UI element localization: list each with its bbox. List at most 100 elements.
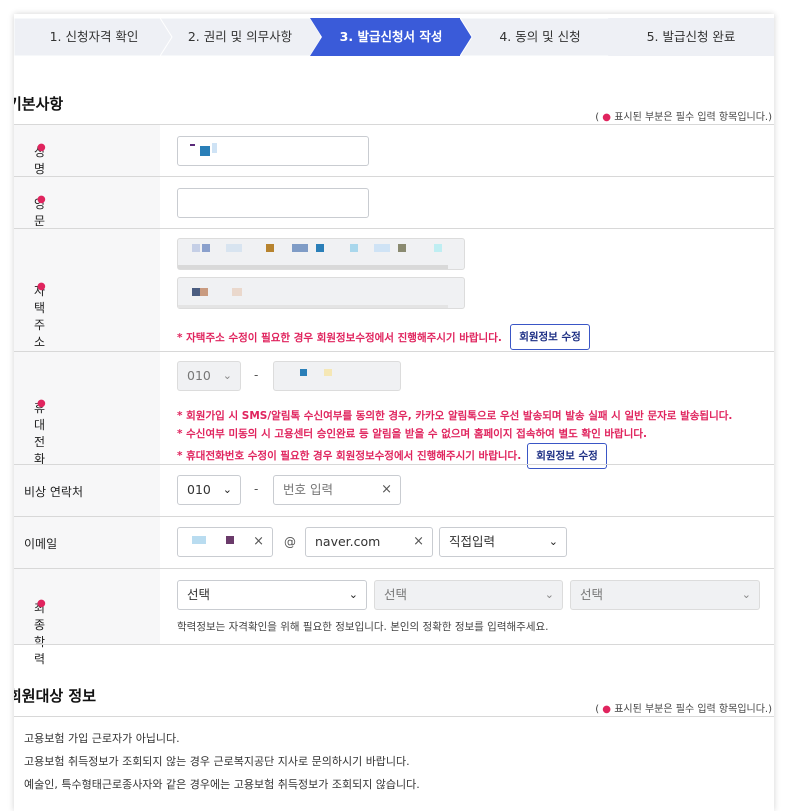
masked-text-icon [324,369,332,376]
step-2: 2. 권리 및 의무사항 [160,18,320,56]
chevron-down-icon: ⌄ [222,483,232,496]
emergency-prefix-select[interactable]: 010 ⌄ [177,475,241,505]
step-5: 5. 발급신청 완료 [608,18,774,56]
clear-icon[interactable]: × [253,528,264,556]
masked-text-icon [200,146,210,156]
education-school-select[interactable]: 선택 ⌄ [374,580,563,610]
education-level-value: 선택 [187,587,211,602]
step-3: 3. 발급신청서 작성 [310,18,472,56]
step-3-label: 3. 발급신청서 작성 [339,29,443,44]
required-dot-icon: ● [602,704,612,715]
label-cell: 이메일 [14,517,160,569]
email-domain-select-value: 직접입력 [449,534,496,549]
mobile-notice-1: * 회원가입 시 SMS/알림톡 수신여부를 동의한 경우, 카카오 알림톡으로… [177,410,733,422]
label-cell: 영문성명● [14,177,160,262]
education-status-select[interactable]: 선택 ⌄ [570,580,760,610]
address-line2-input[interactable] [177,277,465,309]
emergency-prefix-value: 010 [187,482,211,497]
row-email: 이메일 × @ naver.com × 직접입력 ⌄ [14,516,774,569]
required-note-text: 표시된 부분은 필수 입력 항목입니다.) [614,112,772,123]
email-at-sign: @ [284,535,296,549]
required-star-icon: ● [37,281,46,292]
email-label: 이메일 [24,537,58,551]
address-line1-input[interactable] [177,238,465,270]
masked-text-icon [192,536,206,544]
step-1-label: 1. 신청자격 확인 [49,29,139,44]
mobile-prefix-value: 010 [187,368,211,383]
required-star-icon: ● [37,194,46,205]
emergency-label: 비상 연락처 [24,485,84,499]
education-level-select[interactable]: 선택 ⌄ [177,580,367,610]
member-info-line-1: 고용보험 가입 근로자가 아닙니다. [24,732,180,745]
label-cell: 자택 주소 ● [14,229,160,352]
masked-text-icon [202,244,210,252]
step-1: 1. 신청자격 확인 [14,18,174,56]
emergency-placeholder: 번호 입력 [283,482,333,497]
row-address: 자택 주소 ● * 자택주소 수정이 필요한 경우 회원정보수정에서 진행해주시기… [14,228,774,352]
masked-text-icon [266,244,274,252]
chevron-down-icon: ⌄ [222,369,232,382]
address-label: 자택 주소 [34,284,46,349]
member-info-line-2: 고용보험 취득정보가 조회되지 않는 경우 근로복지공단 지사로 문의하시기 바… [24,755,410,768]
required-star-icon: ● [37,398,46,409]
chevron-down-icon: ⌄ [741,588,751,601]
required-note-paren: ( [595,112,600,123]
address-notice: * 자택주소 수정이 필요한 경우 회원정보수정에서 진행해주시기 바랍니다. [177,332,502,344]
email-domain-input[interactable]: naver.com × [305,527,433,557]
label-cell: 성명 ● [14,125,160,177]
masked-text-icon [226,536,234,544]
mobile-prefix-select[interactable]: 010 ⌄ [177,361,241,391]
address-edit-member-button[interactable]: 회원정보 수정 [510,324,590,350]
required-note: ( ● 표시된 부분은 필수 입력 항목입니다.) [595,700,772,715]
step-5-label: 5. 발급신청 완료 [646,29,736,44]
basic-section-title: 기본사항 [14,95,64,113]
chevron-down-icon: ⌄ [348,588,358,601]
label-cell: 최종학력 ● [14,569,160,666]
chevron-down-icon: ⌄ [548,535,558,548]
masked-text-icon [398,244,406,252]
row-mobile: 휴대전화 ● 010 ⌄ - * 회원가입 시 SMS/알림톡 수신여부를 동의한… [14,351,774,469]
email-id-input[interactable]: × [177,527,273,557]
education-school-value: 선택 [384,587,408,602]
member-section-title: 회원대상 정보 [14,687,97,705]
masked-text-icon [212,143,217,153]
masked-text-icon [178,305,448,308]
step-4-label: 4. 동의 및 신청 [499,29,581,44]
masked-text-icon [200,288,208,296]
row-english-name: 영문성명● [14,176,774,262]
clear-icon[interactable]: × [381,476,392,504]
label-cell: 휴대전화 ● [14,352,160,466]
step-progress-bar: 1. 신청자격 확인 2. 권리 및 의무사항 3. 발급신청서 작성 4. 동… [14,18,774,56]
masked-text-icon [300,369,307,376]
required-dot-icon: ● [602,112,612,123]
masked-text-icon [226,244,242,252]
masked-text-icon [350,244,358,252]
member-info-line-3: 예술인, 특수형태근로종사자와 같은 경우에는 고용보험 취득정보가 조회되지 … [24,778,420,791]
masked-text-icon [232,288,242,296]
clear-icon[interactable]: × [413,528,424,556]
mobile-notice-2: * 수신여부 미동의 시 고용센터 승인완료 등 알림을 받을 수 없으며 홈페… [177,428,648,440]
row-emergency-contact: 비상 연락처 010 ⌄ - 번호 입력 × [14,464,774,517]
masked-text-icon [434,244,442,252]
masked-text-icon [374,244,390,252]
mobile-notice-3: * 휴대전화번호 수정이 필요한 경우 회원정보수정에서 진행해주시기 바랍니다… [177,450,522,462]
row-name: 성명 ● [14,124,774,177]
required-star-icon: ● [37,142,46,153]
education-status-value: 선택 [580,587,604,602]
required-note-text: 표시된 부분은 필수 입력 항목입니다.) [614,704,772,715]
masked-text-icon [192,288,200,296]
name-input[interactable] [177,136,369,166]
english-name-input[interactable] [177,188,369,218]
mobile-number-input[interactable] [273,361,401,391]
step-2-label: 2. 권리 및 의무사항 [187,29,293,44]
member-info-box: 고용보험 가입 근로자가 아닙니다. 고용보험 취득정보가 조회되지 않는 경우… [14,716,774,811]
step-4: 4. 동의 및 신청 [460,18,620,56]
application-form-frame: 1. 신청자격 확인 2. 권리 및 의무사항 3. 발급신청서 작성 4. 동… [14,14,774,811]
label-cell: 비상 연락처 [14,465,160,517]
email-domain-value: naver.com [315,534,381,549]
email-domain-select[interactable]: 직접입력 ⌄ [439,527,567,557]
phone-dash: - [254,482,259,496]
chevron-down-icon: ⌄ [544,588,554,601]
education-label: 최종학력 [34,601,46,666]
emergency-number-input[interactable]: 번호 입력 × [273,475,401,505]
